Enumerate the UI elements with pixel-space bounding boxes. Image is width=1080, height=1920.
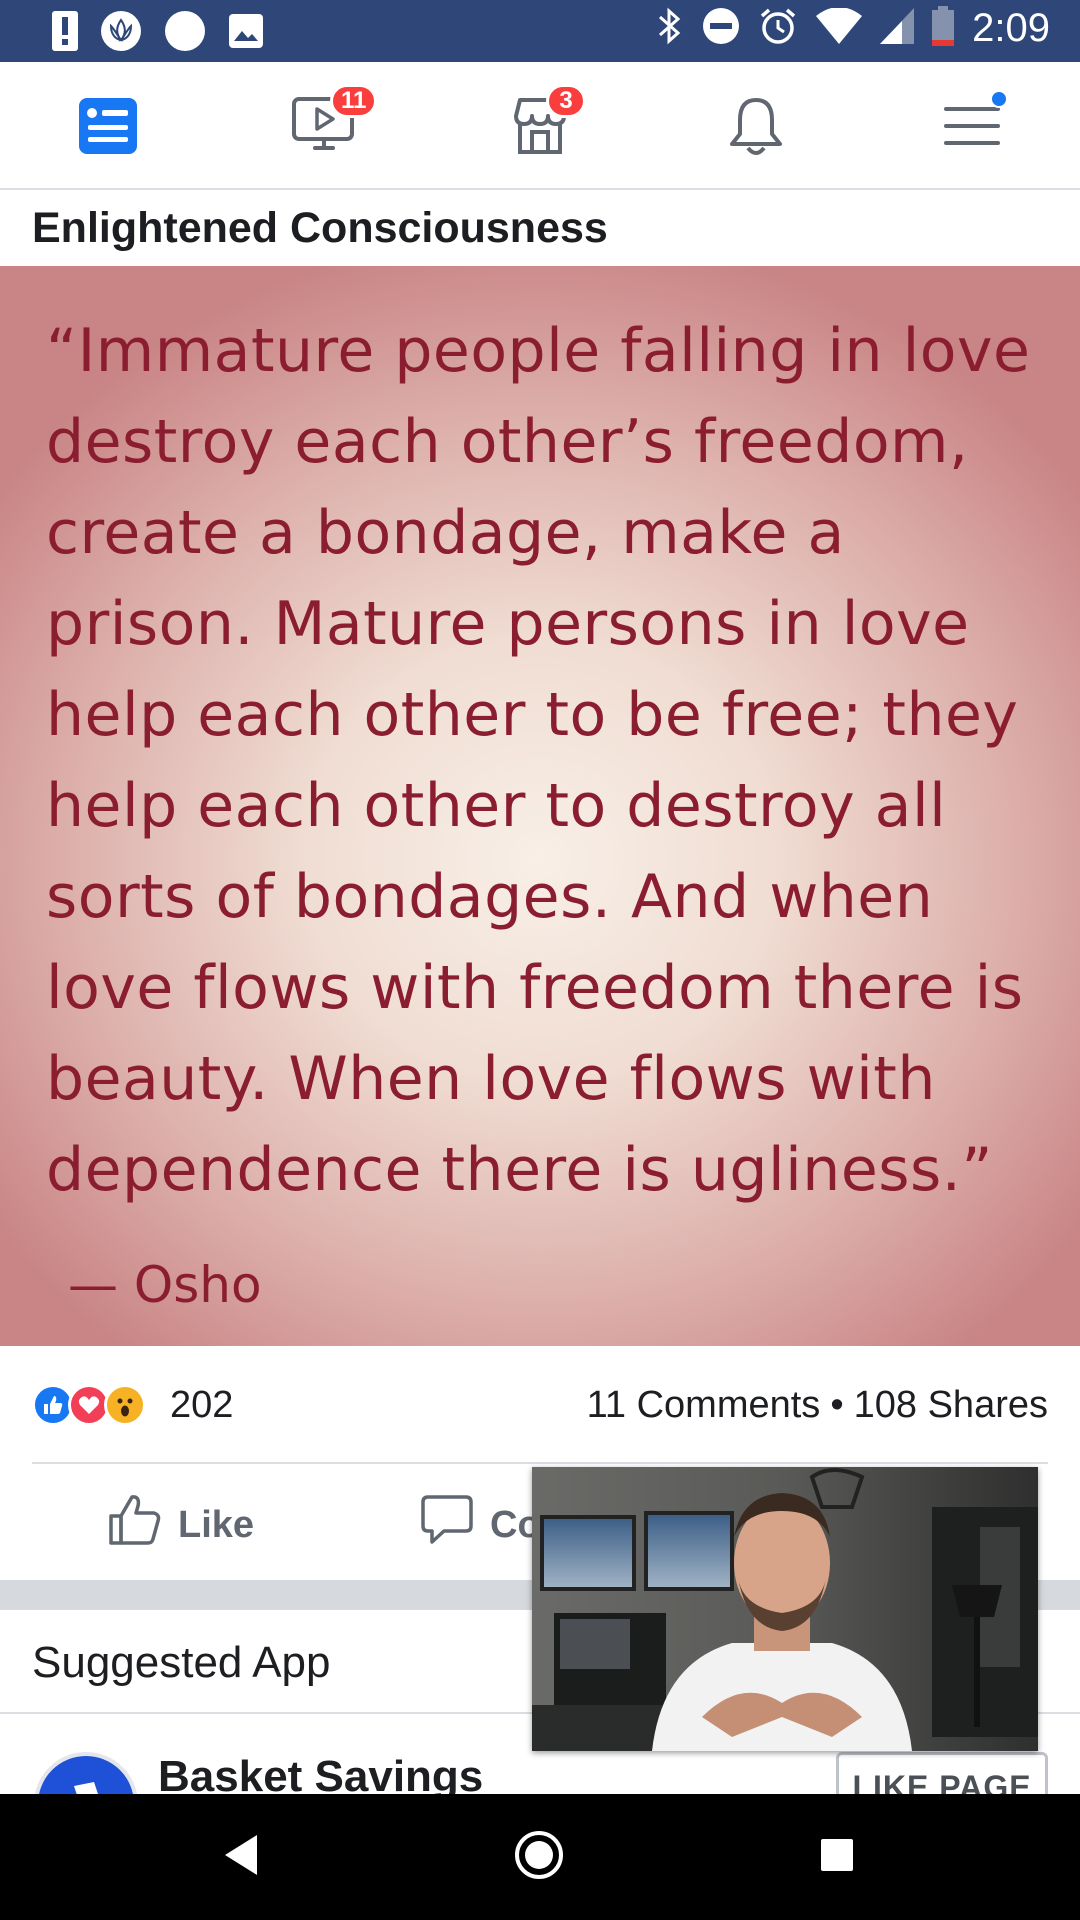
home-button[interactable]	[506, 1824, 572, 1890]
quote-text: “Immature people falling in love destroy…	[46, 316, 1031, 1205]
like-label: Like	[178, 1503, 255, 1546]
circle-notification-icon	[164, 10, 206, 57]
nav-marketplace[interactable]: 3	[500, 84, 586, 168]
app-name[interactable]: Basket Savings	[158, 1752, 483, 1794]
shares-count[interactable]: 108 Shares	[854, 1384, 1048, 1427]
lotus-app-icon	[100, 10, 142, 57]
wow-reaction-icon	[104, 1384, 146, 1426]
app-avatar[interactable]	[34, 1752, 138, 1794]
top-navigation-bar: 11 3	[0, 62, 1080, 190]
engagement-stats: 11 Comments • 108 Shares	[587, 1384, 1048, 1427]
news-feed-icon	[78, 97, 138, 160]
back-button[interactable]	[208, 1824, 274, 1890]
stats-separator: •	[830, 1384, 844, 1426]
battery-low-icon	[932, 6, 955, 51]
post-title[interactable]: Enlightened Consciousness	[32, 190, 608, 266]
alarm-icon	[758, 6, 798, 51]
comments-count[interactable]: 11 Comments	[587, 1384, 821, 1427]
back-icon	[221, 1833, 261, 1882]
status-bar: 2:09	[0, 0, 1080, 62]
status-bar-left	[52, 10, 264, 57]
reaction-count[interactable]: 202	[170, 1384, 233, 1427]
comment-icon	[420, 1494, 474, 1556]
nav-menu[interactable]	[932, 88, 1012, 168]
image-icon	[228, 13, 264, 54]
quote-author: — Osho	[68, 1256, 262, 1314]
post-image[interactable]: “Immature people falling in love destroy…	[0, 266, 1080, 1346]
bell-icon	[726, 94, 786, 163]
signal-icon	[880, 8, 915, 49]
comment-button[interactable]: Co	[420, 1494, 541, 1556]
video-frame	[532, 1467, 1038, 1751]
reactions-row: 202 11 Comments • 108 Shares	[0, 1346, 1080, 1462]
do-not-disturb-icon	[702, 7, 740, 50]
recents-button[interactable]	[804, 1824, 870, 1890]
reaction-icons[interactable]	[32, 1384, 146, 1426]
wifi-icon	[816, 7, 863, 49]
status-bar-right: 2:09	[656, 6, 1050, 51]
bluetooth-icon	[656, 6, 684, 51]
watch-badge: 11	[330, 84, 378, 118]
status-time: 2:09	[972, 6, 1050, 50]
home-icon	[513, 1829, 565, 1886]
menu-icon	[942, 101, 1002, 156]
nav-watch[interactable]: 11	[284, 84, 378, 168]
alert-icon	[52, 11, 78, 56]
nav-notifications[interactable]	[716, 88, 796, 168]
recents-icon	[819, 1837, 855, 1878]
marketplace-badge: 3	[546, 84, 586, 118]
like-button[interactable]: Like	[108, 1494, 254, 1556]
like-page-button[interactable]: LIKE PAGE	[836, 1752, 1048, 1794]
menu-notification-dot	[990, 90, 1008, 108]
android-navigation-bar	[0, 1794, 1080, 1920]
suggested-app-label: Suggested App	[32, 1638, 331, 1687]
nav-news-feed[interactable]	[68, 88, 148, 168]
thumbs-up-icon	[108, 1494, 162, 1556]
floating-video-player[interactable]	[532, 1467, 1038, 1751]
